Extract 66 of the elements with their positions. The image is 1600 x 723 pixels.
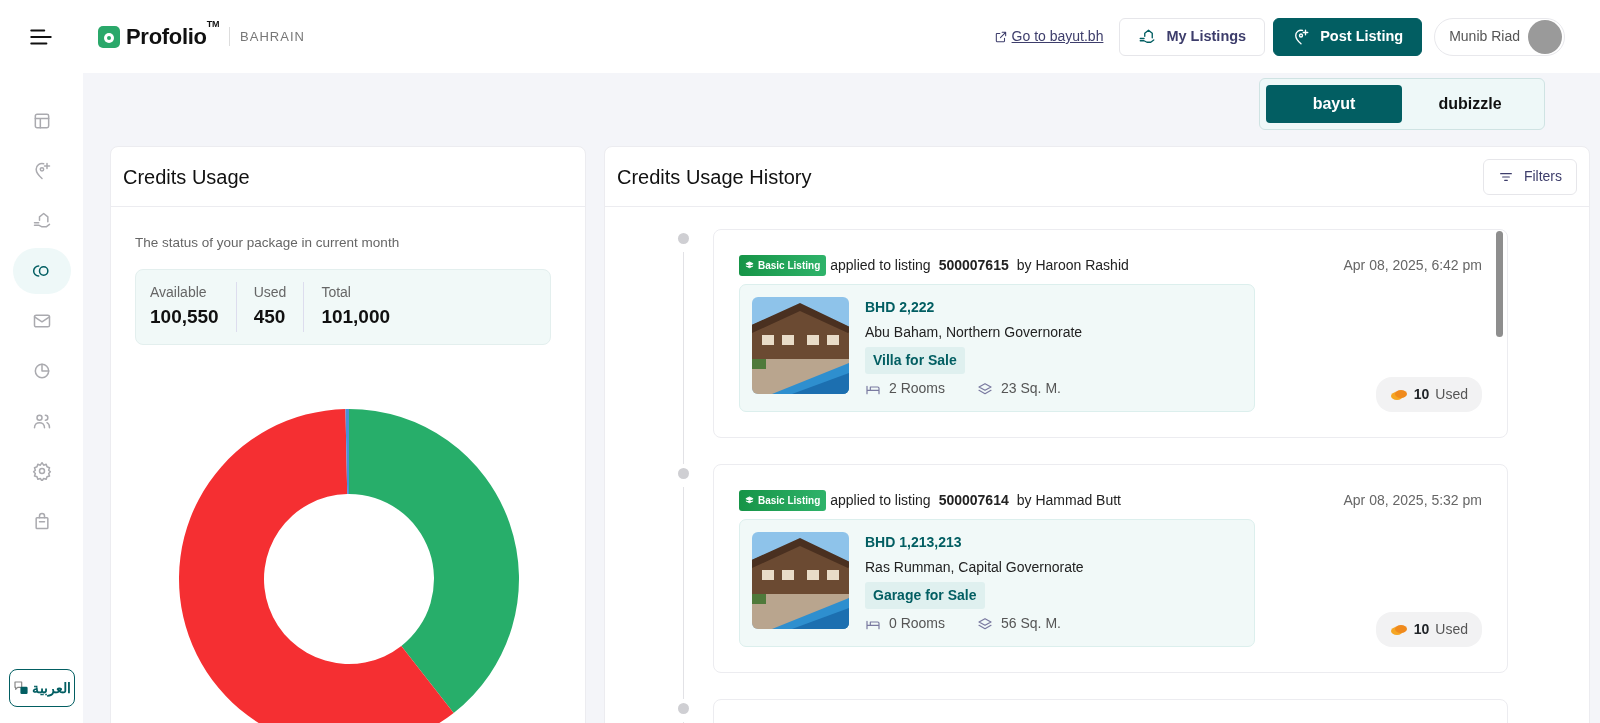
listing-price: BHD 2,222 [865, 298, 936, 317]
sidebar-item[interactable] [12, 248, 71, 294]
language-button[interactable]: العربية [8, 669, 75, 707]
action-text: applied to listing [830, 491, 931, 510]
timestamp: Apr 08, 2025, 5:32 pm [1343, 491, 1482, 510]
layers-icon [745, 496, 754, 505]
credits-count: 10 [1413, 620, 1430, 639]
rooms-count: 2 Rooms [889, 379, 946, 398]
stat-label: Used [253, 283, 287, 303]
timestamp: Apr 08, 2025, 6:42 pm [1343, 256, 1482, 275]
stat-label: Available [150, 283, 208, 303]
mail-icon [31, 311, 52, 331]
stat-value: 101,000 [321, 305, 391, 330]
subtitle: The status of your package in current month [135, 234, 401, 252]
action-text: applied to listing [830, 256, 931, 275]
map-pin-plus-icon [1292, 27, 1311, 46]
stat-value: 100,550 [150, 305, 219, 330]
layers-icon [745, 261, 754, 270]
filters-button[interactable]: Filters [1482, 158, 1577, 195]
layers-icon [977, 615, 994, 632]
scrollbar-thumb[interactable] [1496, 231, 1503, 337]
avatar [1528, 19, 1562, 54]
stat-value: 450 [253, 305, 287, 330]
timeline-dot [677, 703, 689, 714]
area-size: 23 Sq. M. [1001, 379, 1061, 398]
settings-icon [31, 461, 52, 481]
platform-tab[interactable]: dubizzle [1402, 85, 1538, 123]
house-hand-icon [1138, 27, 1157, 46]
listing-location: Abu Baham, Northern Governorate [865, 323, 1083, 342]
listing-price: BHD 1,213,213 [865, 533, 963, 552]
post-listing-button[interactable]: Post Listing [1273, 17, 1423, 56]
property-type: Villa for Sale [865, 347, 965, 374]
timeline-dot [677, 468, 689, 479]
listing-id[interactable]: 500007614 [938, 490, 1009, 511]
coins-icon [1389, 622, 1408, 637]
house-hand-icon [31, 211, 52, 231]
external-link[interactable]: Go to bayut.bh [993, 26, 1104, 47]
area-size: 56 Sq. M. [1001, 614, 1061, 633]
users-icon [31, 411, 52, 431]
credits-label: Used [1435, 385, 1468, 404]
logo-icon [98, 25, 120, 48]
coins-icon [1389, 387, 1408, 402]
timeline-dot [677, 233, 689, 244]
listing-badge: Basic Listing [739, 490, 827, 511]
listing-id[interactable]: 500007615 [938, 255, 1009, 276]
credits-count: 10 [1413, 385, 1430, 404]
listing-card[interactable]: BHD 2,222 Abu Baham, Northern Governorate Villa for Sale 2 Rooms 23 Sq. M. [739, 284, 1255, 412]
external-link-icon [993, 29, 1008, 44]
trademark: TM [206, 19, 220, 29]
panel-title: Credits Usage History [617, 164, 812, 190]
platform-tab[interactable]: bayut [1266, 85, 1402, 123]
translate-icon [12, 680, 29, 696]
my-listings-button[interactable]: My Listings [1119, 17, 1266, 56]
author-text: by Hammad Butt [1016, 491, 1121, 510]
author-text: by Haroon Rashid [1016, 256, 1129, 275]
brand-name: Profolio [126, 24, 207, 49]
panel-title: Credits Usage [123, 164, 250, 190]
listing-location: Ras Rumman, Capital Governorate [865, 558, 1084, 577]
region-label: BAHRAIN [229, 26, 305, 47]
credits-label: Used [1435, 620, 1468, 639]
stat-label: Total [321, 283, 352, 303]
listing-badge: Basic Listing [739, 255, 827, 276]
layers-icon [977, 380, 994, 397]
rooms-count: 0 Rooms [889, 614, 946, 633]
listing-card[interactable]: BHD 1,213,213 Ras Rumman, Capital Governorate Garage for Sale 0 Rooms 56 Sq. M. [739, 519, 1255, 647]
property-type: Garage for Sale [865, 582, 985, 609]
